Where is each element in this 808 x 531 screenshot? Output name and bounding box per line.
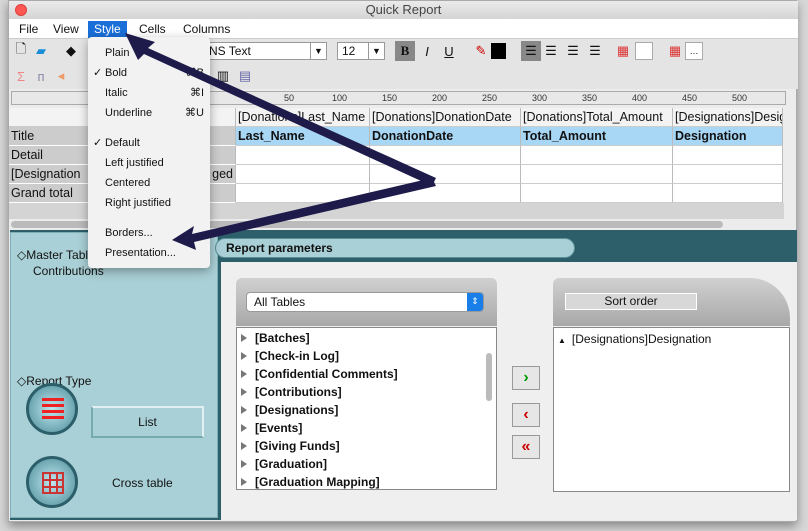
annotation-arrow-to-style-menu bbox=[125, 33, 436, 186]
annotation-arrow-to-borders bbox=[172, 178, 436, 250]
annotation-arrows bbox=[125, 33, 436, 250]
